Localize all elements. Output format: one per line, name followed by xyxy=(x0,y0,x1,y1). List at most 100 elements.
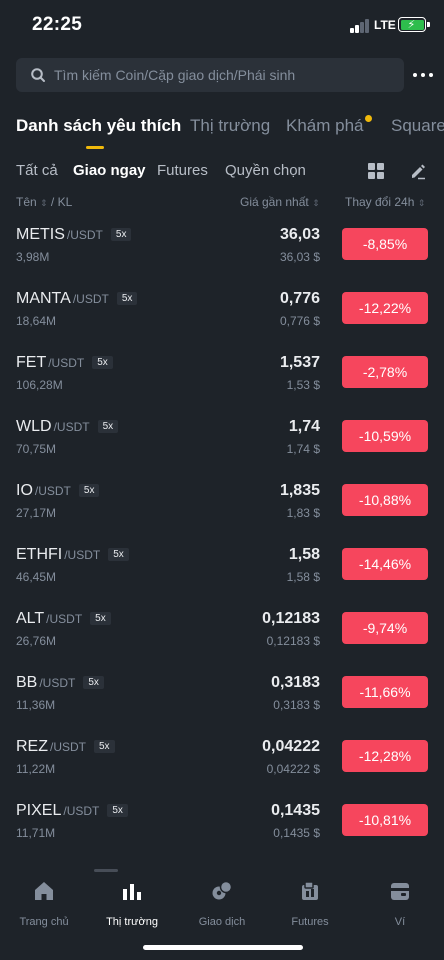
sub-tabs: Tất cả Giao ngay Futures Quyền chọn xyxy=(16,162,436,186)
leverage-badge: 5x xyxy=(107,804,128,817)
market-row[interactable]: IO/USDT 5x 27,17M 1,835 1,83 $ -10,88% xyxy=(0,472,444,536)
base-symbol: REZ xyxy=(16,738,48,755)
leverage-badge: 5x xyxy=(83,676,104,689)
base-symbol: BB xyxy=(16,674,38,691)
subtab-futures[interactable]: Futures xyxy=(157,162,208,179)
tab-market[interactable]: Thị trường xyxy=(190,116,270,136)
quote-symbol: /USDT xyxy=(64,548,101,562)
change-badge[interactable]: -10,81% xyxy=(342,804,428,836)
column-name-label: Tên xyxy=(16,195,37,209)
tab-watchlist[interactable]: Danh sách yêu thích xyxy=(16,116,182,149)
change-badge[interactable]: -8,85% xyxy=(342,228,428,260)
tab-discover[interactable]: Khám phá xyxy=(286,115,372,136)
market-row[interactable]: MANTA/USDT 5x 18,64M 0,776 0,776 $ -12,22… xyxy=(0,280,444,344)
nav-trade[interactable]: Giao dịch xyxy=(178,880,266,928)
main-tabs: Danh sách yêu thích Thị trường Khám phá … xyxy=(16,112,444,149)
edit-icon[interactable] xyxy=(409,162,427,180)
column-volume-label: KL xyxy=(57,195,73,209)
home-icon xyxy=(35,882,53,900)
leverage-badge: 5x xyxy=(108,548,129,561)
fiat-price: 36,03 $ xyxy=(279,250,320,264)
base-symbol: MANTA xyxy=(16,290,71,307)
last-price: 0,12183 xyxy=(262,610,320,627)
nav-label: Futures xyxy=(291,916,329,928)
wallet-icon xyxy=(391,883,409,900)
bar-chart-icon xyxy=(123,884,141,900)
base-symbol: WLD xyxy=(16,418,52,435)
nav-label: Giao dịch xyxy=(198,916,246,928)
fiat-price: 0,12183 $ xyxy=(266,634,320,648)
fiat-price: 1,53 $ xyxy=(286,378,320,392)
market-row[interactable]: METIS/USDT 5x 3,98M 36,03 36,03 $ -8,85% xyxy=(0,216,444,280)
column-price-label: Giá gần nhất xyxy=(240,195,309,209)
market-row[interactable]: BB/USDT 5x 11,36M 0,3183 0,3183 $ -11,66% xyxy=(0,664,444,728)
leverage-badge: 5x xyxy=(110,228,132,241)
nav-wallet[interactable]: Ví xyxy=(356,880,444,928)
change-badge[interactable]: -10,59% xyxy=(342,420,428,452)
fiat-price: 0,776 $ xyxy=(279,314,320,328)
base-symbol: METIS xyxy=(16,226,65,243)
leverage-badge: 5x xyxy=(90,612,111,625)
change-badge[interactable]: -10,88% xyxy=(342,484,428,516)
change-badge[interactable]: -11,66% xyxy=(342,676,428,708)
nav-label: Ví xyxy=(394,916,406,928)
leverage-badge: 5x xyxy=(92,356,113,369)
change-badge[interactable]: -12,28% xyxy=(342,740,428,772)
tab-label: Danh sách yêu thích xyxy=(16,116,182,135)
last-price: 0,776 xyxy=(279,290,320,307)
volume: 11,71M xyxy=(16,826,56,840)
nav-futures[interactable]: Futures xyxy=(266,880,354,928)
market-row[interactable]: ETHFI/USDT 5x 46,45M 1,58 1,58 $ -14,46% xyxy=(0,536,444,600)
quote-symbol: /USDT xyxy=(72,292,109,306)
sort-icon: ⇕ xyxy=(40,198,48,208)
sort-icon: ⇕ xyxy=(417,198,426,208)
last-price: 0,1435 xyxy=(271,802,320,819)
battery-icon: ⚡ xyxy=(398,17,430,32)
search-bar[interactable]: Tìm kiếm Coin/Cặp giao dịch/Phái sinh xyxy=(16,58,404,92)
tab-label: Thị trường xyxy=(190,116,271,135)
change-badge[interactable]: -2,78% xyxy=(342,356,428,388)
bottom-nav: Trang chủ Thị trường Giao dịch Futures V… xyxy=(0,872,444,932)
home-indicator xyxy=(143,945,303,950)
base-symbol: ALT xyxy=(16,610,45,627)
volume: 46,45M xyxy=(16,570,57,584)
fiat-price: 1,83 $ xyxy=(286,506,320,520)
market-row[interactable]: FET/USDT 5x 106,28M 1,537 1,53 $ -2,78% xyxy=(0,344,444,408)
quote-symbol: /USDT xyxy=(48,356,85,370)
fiat-price: 0,1435 $ xyxy=(273,826,320,840)
tab-square[interactable]: Square xyxy=(391,116,444,136)
signal-icon xyxy=(350,19,372,33)
more-options-icon[interactable] xyxy=(412,66,434,84)
last-price: 0,04222 xyxy=(262,738,320,755)
base-symbol: FET xyxy=(16,354,47,371)
active-tab-indicator xyxy=(86,146,104,149)
leverage-badge: 5x xyxy=(78,484,100,497)
base-symbol: PIXEL xyxy=(16,802,62,819)
market-row[interactable]: REZ/USDT 5x 11,22M 0,04222 0,04222 $ -12,… xyxy=(0,728,444,792)
change-badge[interactable]: -14,46% xyxy=(342,548,428,580)
last-price: 0,3183 xyxy=(271,674,320,691)
column-header-change[interactable]: Thay đổi 24h ⇕ xyxy=(345,195,425,209)
volume: 26,76M xyxy=(16,634,57,648)
nav-home[interactable]: Trang chủ xyxy=(0,880,88,928)
last-price: 1,74 xyxy=(288,418,320,435)
column-header-name[interactable]: Tên ⇕ / KL xyxy=(16,195,72,209)
fiat-price: 0,04222 $ xyxy=(266,762,320,776)
subtab-all[interactable]: Tất cả xyxy=(16,162,58,179)
volume: 11,36M xyxy=(16,698,56,712)
market-row[interactable]: ALT/USDT 5x 26,76M 0,12183 0,12183 $ -9,7… xyxy=(0,600,444,664)
change-badge[interactable]: -9,74% xyxy=(342,612,428,644)
nav-market[interactable]: Thị trường xyxy=(88,880,176,928)
column-header-price[interactable]: Giá gần nhất ⇕ xyxy=(240,195,320,209)
change-badge[interactable]: -12,22% xyxy=(342,292,428,324)
market-row[interactable]: PIXEL/USDT 5x 11,71M 0,1435 0,1435 $ -10,… xyxy=(0,792,444,856)
subtab-spot[interactable]: Giao ngay xyxy=(73,162,146,179)
subtab-options[interactable]: Quyền chọn xyxy=(225,162,306,179)
nav-label: Trang chủ xyxy=(19,916,69,928)
status-bar: 22:25 LTE ⚡ xyxy=(0,0,444,50)
market-row[interactable]: WLD/USDT 5x 70,75M 1,74 1,74 $ -10,59% xyxy=(0,408,444,472)
last-price: 1,58 xyxy=(288,546,320,563)
last-price: 1,835 xyxy=(279,482,320,499)
grid-view-icon[interactable] xyxy=(368,163,384,179)
fiat-price: 0,3183 $ xyxy=(273,698,320,712)
